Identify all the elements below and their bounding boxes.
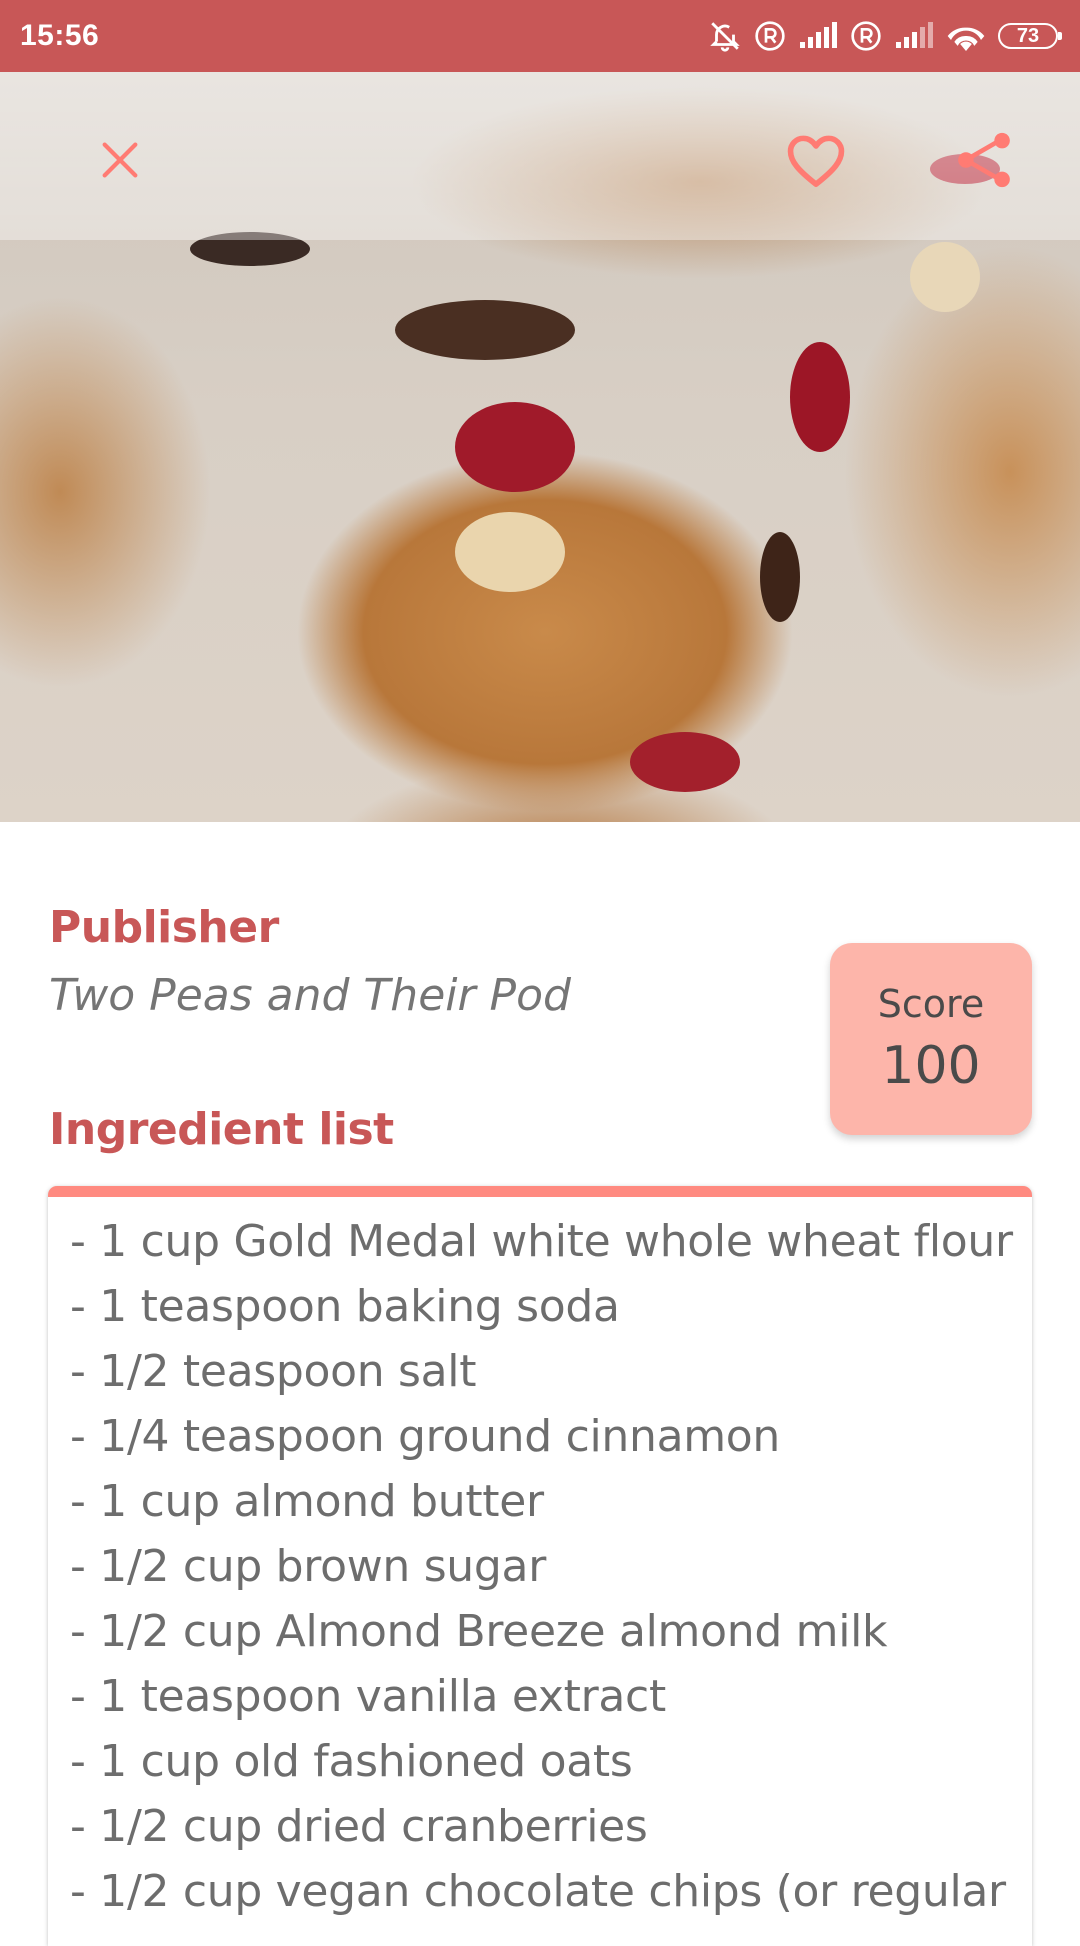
registered-icon: [850, 20, 882, 52]
list-item: - 1 teaspoon vanilla extract: [70, 1671, 666, 1722]
battery-level: 73: [1016, 24, 1040, 47]
status-time: 15:56: [20, 19, 100, 52]
signal-icon: [894, 22, 934, 50]
battery-icon: 73: [998, 23, 1062, 49]
status-bar: 15:56 73: [0, 0, 1080, 72]
share-button[interactable]: [944, 122, 1024, 202]
publisher-name: Two Peas and Their Pod: [49, 970, 571, 1021]
close-button[interactable]: [80, 122, 160, 202]
share-icon: [953, 129, 1015, 196]
favorite-button[interactable]: [776, 122, 856, 202]
heart-icon: [785, 132, 847, 193]
signal-icon: [798, 22, 838, 50]
wifi-icon: [946, 21, 986, 51]
toolbar-scrim: [0, 72, 1080, 240]
cookie-cranberry: [630, 732, 740, 792]
list-item: - 1/4 teaspoon ground cinnamon: [70, 1411, 780, 1462]
score-label: Score: [877, 982, 985, 1026]
list-item: - 1/2 teaspoon salt: [70, 1346, 477, 1397]
cookie-cranberry: [790, 342, 850, 452]
mute-bell-icon: [708, 19, 742, 53]
publisher-label: Publisher: [49, 902, 279, 953]
recipe-image: [0, 72, 1080, 822]
list-item: - 1 teaspoon baking soda: [70, 1281, 620, 1332]
status-icons: 73: [708, 19, 1062, 53]
list-item: - 1/2 cup dried cranberries: [70, 1801, 648, 1852]
list-item: - 1/2 cup Almond Breeze almond milk: [70, 1606, 888, 1657]
cookie-chip: [760, 532, 800, 622]
ingredient-list-label: Ingredient list: [49, 1104, 394, 1155]
ingredient-card[interactable]: - 1 cup Gold Medal white whole wheat flo…: [48, 1186, 1032, 1946]
cookie-oat: [455, 512, 565, 592]
list-item: - 1 cup Gold Medal white whole wheat flo…: [70, 1216, 1013, 1267]
list-item: - 1/2 cup brown sugar: [70, 1541, 546, 1592]
cookie-chip: [395, 300, 575, 360]
cookie-oat: [910, 242, 980, 312]
registered-icon: [754, 20, 786, 52]
close-icon: [97, 137, 143, 188]
list-item: - 1 cup old fashioned oats: [70, 1736, 633, 1787]
score-card: Score 100: [830, 943, 1032, 1135]
score-value: 100: [881, 1036, 981, 1096]
list-item: - 1/2 cup vegan chocolate chips (or regu…: [70, 1866, 1006, 1917]
ingredient-list: - 1 cup Gold Medal white whole wheat flo…: [70, 1209, 1032, 1924]
recipe-details: Publisher Two Peas and Their Pod Score 1…: [0, 822, 1080, 1946]
cookie-cranberry: [455, 402, 575, 492]
list-item: - 1 cup almond butter: [70, 1476, 544, 1527]
